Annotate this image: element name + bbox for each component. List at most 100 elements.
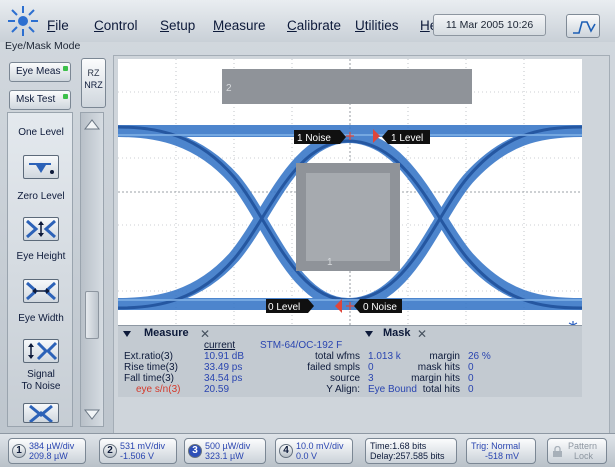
channel-3-button[interactable]: 3 500 µW/div 323.1 µW — [184, 438, 266, 464]
meas-name: Ext.ratio(3) — [124, 351, 173, 362]
mask-stat-name: total hits — [422, 384, 460, 395]
rz-label: RZ — [87, 68, 100, 78]
channel-2-button[interactable]: 2 531 mV/div -1.506 V — [99, 438, 177, 464]
measure-title: Measure — [144, 327, 189, 339]
collapse-arrow-icon[interactable] — [122, 329, 132, 339]
trigger-mode: Trig: Normal — [471, 441, 521, 451]
mask-stat-value: 0 — [368, 362, 374, 373]
channel-number: 2 — [103, 444, 117, 458]
tool-one-level-label[interactable]: One Level — [8, 127, 74, 139]
measure-close-icon[interactable]: ✕ — [200, 327, 210, 341]
mask-center-label: 1 — [327, 257, 333, 268]
scroll-up-icon[interactable] — [83, 117, 101, 131]
mask-stat-name: Y Align: — [326, 384, 360, 395]
menu-setup[interactable]: Setup — [160, 18, 195, 33]
lock-icon — [553, 446, 562, 457]
sun-logo-icon[interactable] — [6, 4, 40, 38]
zero-level-icon[interactable] — [23, 155, 59, 179]
timebase-scale: Time:1.68 bits — [370, 441, 427, 451]
menu-bar: File Control Setup Measure Calibrate Uti… — [0, 0, 615, 42]
channel-1-button[interactable]: 1 384 µW/div 209.8 µW — [8, 438, 86, 464]
msk-test-button[interactable]: Msk Test — [9, 90, 71, 110]
svg-text:1 Noise: 1 Noise — [297, 133, 331, 144]
eye-diagram-plot[interactable]: 2 1 1 Noise 1 Level 0 Level 0 Noise — [118, 59, 582, 325]
channel-offset: 0.0 V — [296, 451, 318, 461]
trigger-level: -518 mV — [485, 451, 520, 461]
mask-stat-value: 0 — [468, 362, 474, 373]
channel-number: 4 — [279, 444, 293, 458]
svg-text:1 Level: 1 Level — [391, 133, 423, 144]
msk-test-label: Msk Test — [16, 94, 56, 105]
measure-panel: Measure ✕ current STM-64/OC-192 F Mask ✕… — [118, 325, 582, 397]
tool-zero-level-label[interactable]: Zero Level — [8, 191, 74, 203]
eye-width-icon[interactable] — [23, 279, 59, 303]
timebase-button[interactable]: Time:1.68 bits Delay:257.585 bits — [365, 438, 457, 464]
tool-scrollbar[interactable] — [80, 112, 104, 427]
signal-to-noise-icon[interactable] — [23, 339, 59, 363]
measurement-tool-panel: One Level Zero Level Eye Height Eye Widt… — [7, 112, 73, 427]
mask-stat-value: 0 — [468, 384, 474, 395]
timebase-delay: Delay:257.585 bits — [370, 451, 445, 461]
mask-stat-name: total wfms — [314, 351, 360, 362]
label-0-noise: 0 Noise — [354, 299, 402, 313]
menu-calibrate[interactable]: Calibrate — [287, 18, 341, 33]
mask-stat-value: 0 — [468, 373, 474, 384]
mask-collapse-arrow-icon[interactable] — [364, 329, 374, 339]
eye-diagram-svg: 2 1 1 Noise 1 Level 0 Level 0 Noise — [118, 59, 582, 325]
pattern-lock-button[interactable]: Pattern Lock — [547, 438, 607, 464]
mask-top-label: 2 — [226, 83, 232, 94]
channel-number: 3 — [188, 444, 202, 458]
scroll-thumb[interactable] — [85, 291, 99, 339]
status-led-icon — [63, 94, 68, 99]
channel-offset: 323.1 µW — [205, 451, 244, 461]
date-time-display: 11 Mar 2005 10:26 — [433, 14, 546, 36]
meas-value: 20.59 — [204, 384, 230, 395]
channel-4-button[interactable]: 4 10.0 mV/div 0.0 V — [275, 438, 353, 464]
nrz-label: NRZ — [84, 80, 103, 90]
waveform-toggle-button[interactable] — [566, 14, 600, 38]
tool-eye-height-label[interactable]: Eye Height — [8, 251, 74, 263]
meas-name-highlighted: eye s/n(3) — [136, 384, 181, 395]
menu-utilities[interactable]: Utilities — [355, 18, 399, 33]
trigger-button[interactable]: Trig: Normal -518 mV — [466, 438, 536, 464]
mask-stat-name: failed smpls — [307, 362, 360, 373]
eye-meas-label: Eye Meas — [16, 66, 61, 77]
channel-scale: 384 µW/div — [29, 441, 75, 451]
meas-name: Rise time(3) — [124, 362, 178, 373]
mask-stat-name: mask hits — [417, 362, 460, 373]
mask-stat-value: 26 % — [468, 351, 491, 362]
meas-value: 34.54 ps — [204, 373, 243, 384]
scroll-down-icon[interactable] — [83, 408, 101, 422]
svg-text:0 Level: 0 Level — [268, 302, 300, 313]
channel-scale: 531 mV/div — [120, 441, 166, 451]
menu-file[interactable]: File — [47, 18, 69, 33]
label-0-level: 0 Level — [266, 299, 314, 313]
mask-title: Mask — [383, 327, 411, 339]
label-1-level: 1 Level — [382, 130, 430, 144]
mask-stat-value: 3 — [368, 373, 374, 384]
eye-meas-button[interactable]: Eye Meas — [9, 62, 71, 82]
channel-scale: 10.0 mV/div — [296, 441, 344, 451]
label-1-noise: 1 Noise — [294, 130, 346, 144]
eye-height-icon[interactable] — [23, 217, 59, 241]
waveform-icon — [573, 21, 596, 34]
meas-value: 10.91 dB — [204, 351, 245, 362]
channel-number: 1 — [12, 444, 26, 458]
next-tool-icon[interactable] — [23, 403, 59, 424]
menu-control[interactable]: Control — [94, 18, 138, 33]
mode-label: Eye/Mask Mode — [5, 40, 81, 52]
channel-offset: -1.506 V — [120, 451, 155, 461]
tool-eye-width-label[interactable]: Eye Width — [8, 313, 74, 325]
tool-signal-to-noise-label[interactable]: Signal To Noise — [8, 369, 74, 393]
mask-stat-name: margin hits — [411, 373, 460, 384]
mask-stat-name: source — [329, 373, 360, 384]
rz-nrz-toggle[interactable]: RZ NRZ — [81, 58, 106, 108]
bottom-status-bar: 1 384 µW/div 209.8 µW 2 531 mV/div -1.506 … — [0, 433, 615, 467]
menu-measure[interactable]: Measure — [213, 18, 266, 33]
mask-stat-name: margin — [429, 351, 460, 362]
channel-scale: 500 µW/div — [205, 441, 251, 451]
current-column-header: current — [204, 340, 236, 351]
meas-name: Fall time(3) — [124, 373, 175, 384]
channel-offset: 209.8 µW — [29, 451, 68, 461]
mask-close-icon[interactable]: ✕ — [417, 327, 427, 341]
